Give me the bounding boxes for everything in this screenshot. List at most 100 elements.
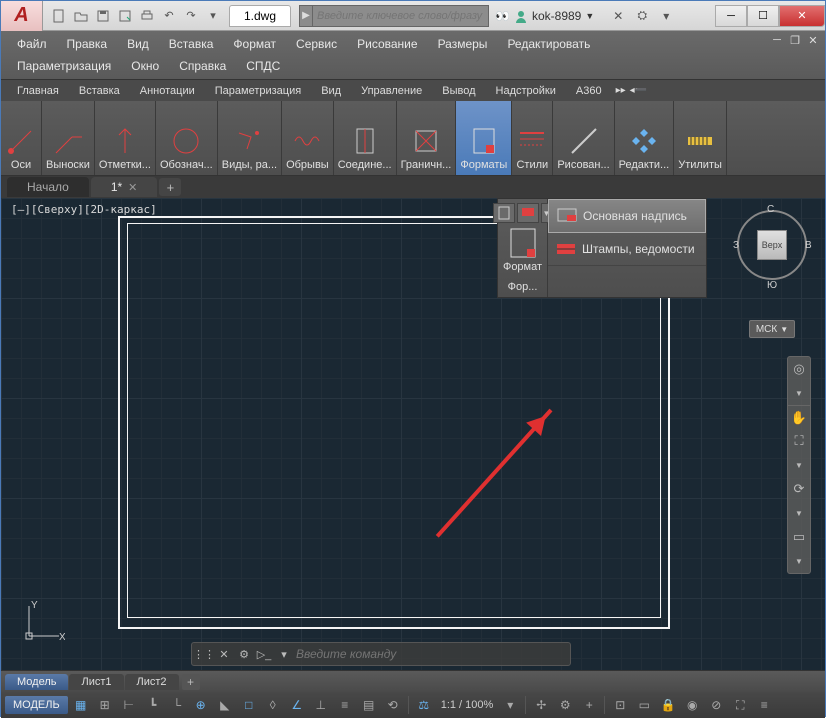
dd-item-titleblock[interactable]: Основная надпись (548, 199, 706, 233)
panel-boundary[interactable]: Граничн... (397, 101, 457, 175)
drawing-canvas[interactable]: [‒][Сверху][2D-каркас] ▼ Формат Фор... О… (1, 198, 825, 670)
cmd-config-icon[interactable]: ⚙ (236, 646, 252, 662)
menu-format[interactable]: Формат (223, 33, 286, 55)
rtab-output[interactable]: Вывод (432, 82, 485, 100)
dd-format-small-icon[interactable] (493, 203, 515, 223)
customize-icon[interactable]: ≡ (753, 694, 775, 716)
panel-utilities[interactable]: Утилиты (674, 101, 727, 175)
new-icon[interactable] (49, 6, 69, 26)
a-icon[interactable]: ⛭ (634, 8, 650, 24)
compass-e[interactable]: В (805, 240, 812, 251)
rtab-home[interactable]: Главная (7, 82, 69, 100)
menu-dimension[interactable]: Размеры (428, 33, 498, 55)
rtab-annotate[interactable]: Аннотации (130, 82, 205, 100)
ortho-icon[interactable]: └ (166, 694, 188, 716)
rtab-a360[interactable]: A360 (566, 82, 612, 100)
panel-designations[interactable]: Обознач... (156, 101, 218, 175)
sheet-layout1[interactable]: Лист1 (69, 674, 123, 690)
infer-icon[interactable]: ⊢ (118, 694, 140, 716)
status-modelspace[interactable]: МОДЕЛЬ (5, 696, 68, 714)
annoviz-icon[interactable]: ✢ (530, 694, 552, 716)
viewcube-face[interactable]: Верх (757, 230, 787, 260)
mdi-close[interactable]: ✕ (805, 33, 821, 47)
rtab-parametric[interactable]: Параметризация (205, 82, 311, 100)
wcs-button[interactable]: МСК▼ (749, 320, 795, 338)
viewcube[interactable]: Верх С Ю В З МСК▼ (733, 204, 811, 314)
iso-icon[interactable]: ◣ (214, 694, 236, 716)
panel-draw[interactable]: Рисован... (553, 101, 614, 175)
rtab-manage[interactable]: Управление (351, 82, 432, 100)
zoom-dropdown-icon[interactable]: ▼ (788, 453, 810, 477)
dd-item-stamps[interactable]: Штампы, ведомости (548, 233, 706, 266)
menu-view[interactable]: Вид (117, 33, 159, 55)
viewport-label[interactable]: [‒][Сверху][2D-каркас] (11, 203, 157, 216)
minimize-button[interactable]: ─ (715, 5, 747, 27)
save-icon[interactable] (93, 6, 113, 26)
ducs-icon[interactable]: ⊥ (310, 694, 332, 716)
osnap-icon[interactable]: □ (238, 694, 260, 716)
close-button[interactable]: ✕ (779, 5, 825, 27)
transparency-icon[interactable]: ▤ (358, 694, 380, 716)
menu-parametric[interactable]: Параметризация (7, 55, 121, 77)
menu-edit[interactable]: Правка (57, 33, 118, 55)
sheet-model[interactable]: Модель (5, 674, 68, 690)
orbit-dropdown-icon[interactable]: ▼ (788, 501, 810, 525)
otrack-icon[interactable]: ∠ (286, 694, 308, 716)
rtab-addins[interactable]: Надстройки (486, 82, 566, 100)
units-icon[interactable]: ⊡ (609, 694, 631, 716)
panel-leaders[interactable]: Выноски (42, 101, 95, 175)
cmd-close-icon[interactable]: ✕ (216, 646, 232, 662)
showmotion-icon[interactable]: ▭ (788, 525, 810, 549)
compass-s[interactable]: Ю (767, 280, 777, 291)
menu-spds[interactable]: СПДС (236, 55, 290, 77)
menu-tools[interactable]: Сервис (286, 33, 347, 55)
compass-n[interactable]: С (767, 204, 774, 215)
format-big-icon[interactable] (507, 227, 539, 259)
rtab-insert[interactable]: Вставка (69, 82, 130, 100)
rtab-view[interactable]: Вид (311, 82, 351, 100)
lwt-icon[interactable]: ≡ (334, 694, 356, 716)
compass-w[interactable]: З (733, 240, 739, 251)
search-input[interactable] (313, 5, 489, 27)
menu-modify[interactable]: Редактировать (497, 33, 600, 55)
nav-dropdown2-icon[interactable]: ▼ (788, 549, 810, 573)
doc-tab-start[interactable]: Начало (7, 177, 89, 197)
menu-draw[interactable]: Рисование (347, 33, 427, 55)
snap-toggle-icon[interactable]: ⊞ (94, 694, 116, 716)
sheet-layout2[interactable]: Лист2 (125, 674, 179, 690)
help-dropdown-icon[interactable]: ▾ (658, 8, 674, 24)
sheet-add[interactable]: + (182, 674, 200, 690)
workspace-icon[interactable]: ⚙ (554, 694, 576, 716)
open-icon[interactable] (71, 6, 91, 26)
annoscale-icon[interactable]: ⚖ (413, 694, 435, 716)
panel-axes[interactable]: Оси (1, 101, 42, 175)
panel-marks[interactable]: Отметки... (95, 101, 156, 175)
undo-icon[interactable]: ↶ (159, 6, 179, 26)
nav-dropdown-icon[interactable]: ▼ (788, 381, 810, 405)
orbit-icon[interactable]: ⟳ (788, 477, 810, 501)
menu-file[interactable]: Файл (7, 33, 57, 55)
qprops-icon[interactable]: ▭ (633, 694, 655, 716)
maximize-button[interactable]: ☐ (747, 5, 779, 27)
cleanscreen-icon[interactable]: ⛶ (729, 694, 751, 716)
panel-formats[interactable]: Форматы (456, 101, 512, 175)
nav-wheel-icon[interactable]: ◎ (788, 357, 810, 381)
exchange-icon[interactable]: ✕ (610, 8, 626, 24)
redo-icon[interactable]: ↷ (181, 6, 201, 26)
command-input[interactable] (296, 647, 566, 661)
menu-help[interactable]: Справка (169, 55, 236, 77)
saveas-icon[interactable] (115, 6, 135, 26)
menu-insert[interactable]: Вставка (159, 33, 224, 55)
panel-styles[interactable]: Стили (512, 101, 553, 175)
doc-tab-add[interactable]: + (159, 178, 181, 196)
mdi-minimize[interactable]: ─ (769, 33, 785, 47)
pan-icon[interactable]: ✋ (788, 405, 810, 429)
rtab-expand-icon[interactable]: ▸▸ (616, 85, 626, 96)
menu-window[interactable]: Окно (121, 55, 169, 77)
scale-dropdown-icon[interactable]: ▾ (499, 694, 521, 716)
lock-ui-icon[interactable]: 🔒 (657, 694, 679, 716)
hardware-icon[interactable]: ⊘ (705, 694, 727, 716)
cycle-icon[interactable]: ⟲ (382, 694, 404, 716)
3dosnap-icon[interactable]: ◊ (262, 694, 284, 716)
panel-breaks[interactable]: Обрывы (282, 101, 334, 175)
